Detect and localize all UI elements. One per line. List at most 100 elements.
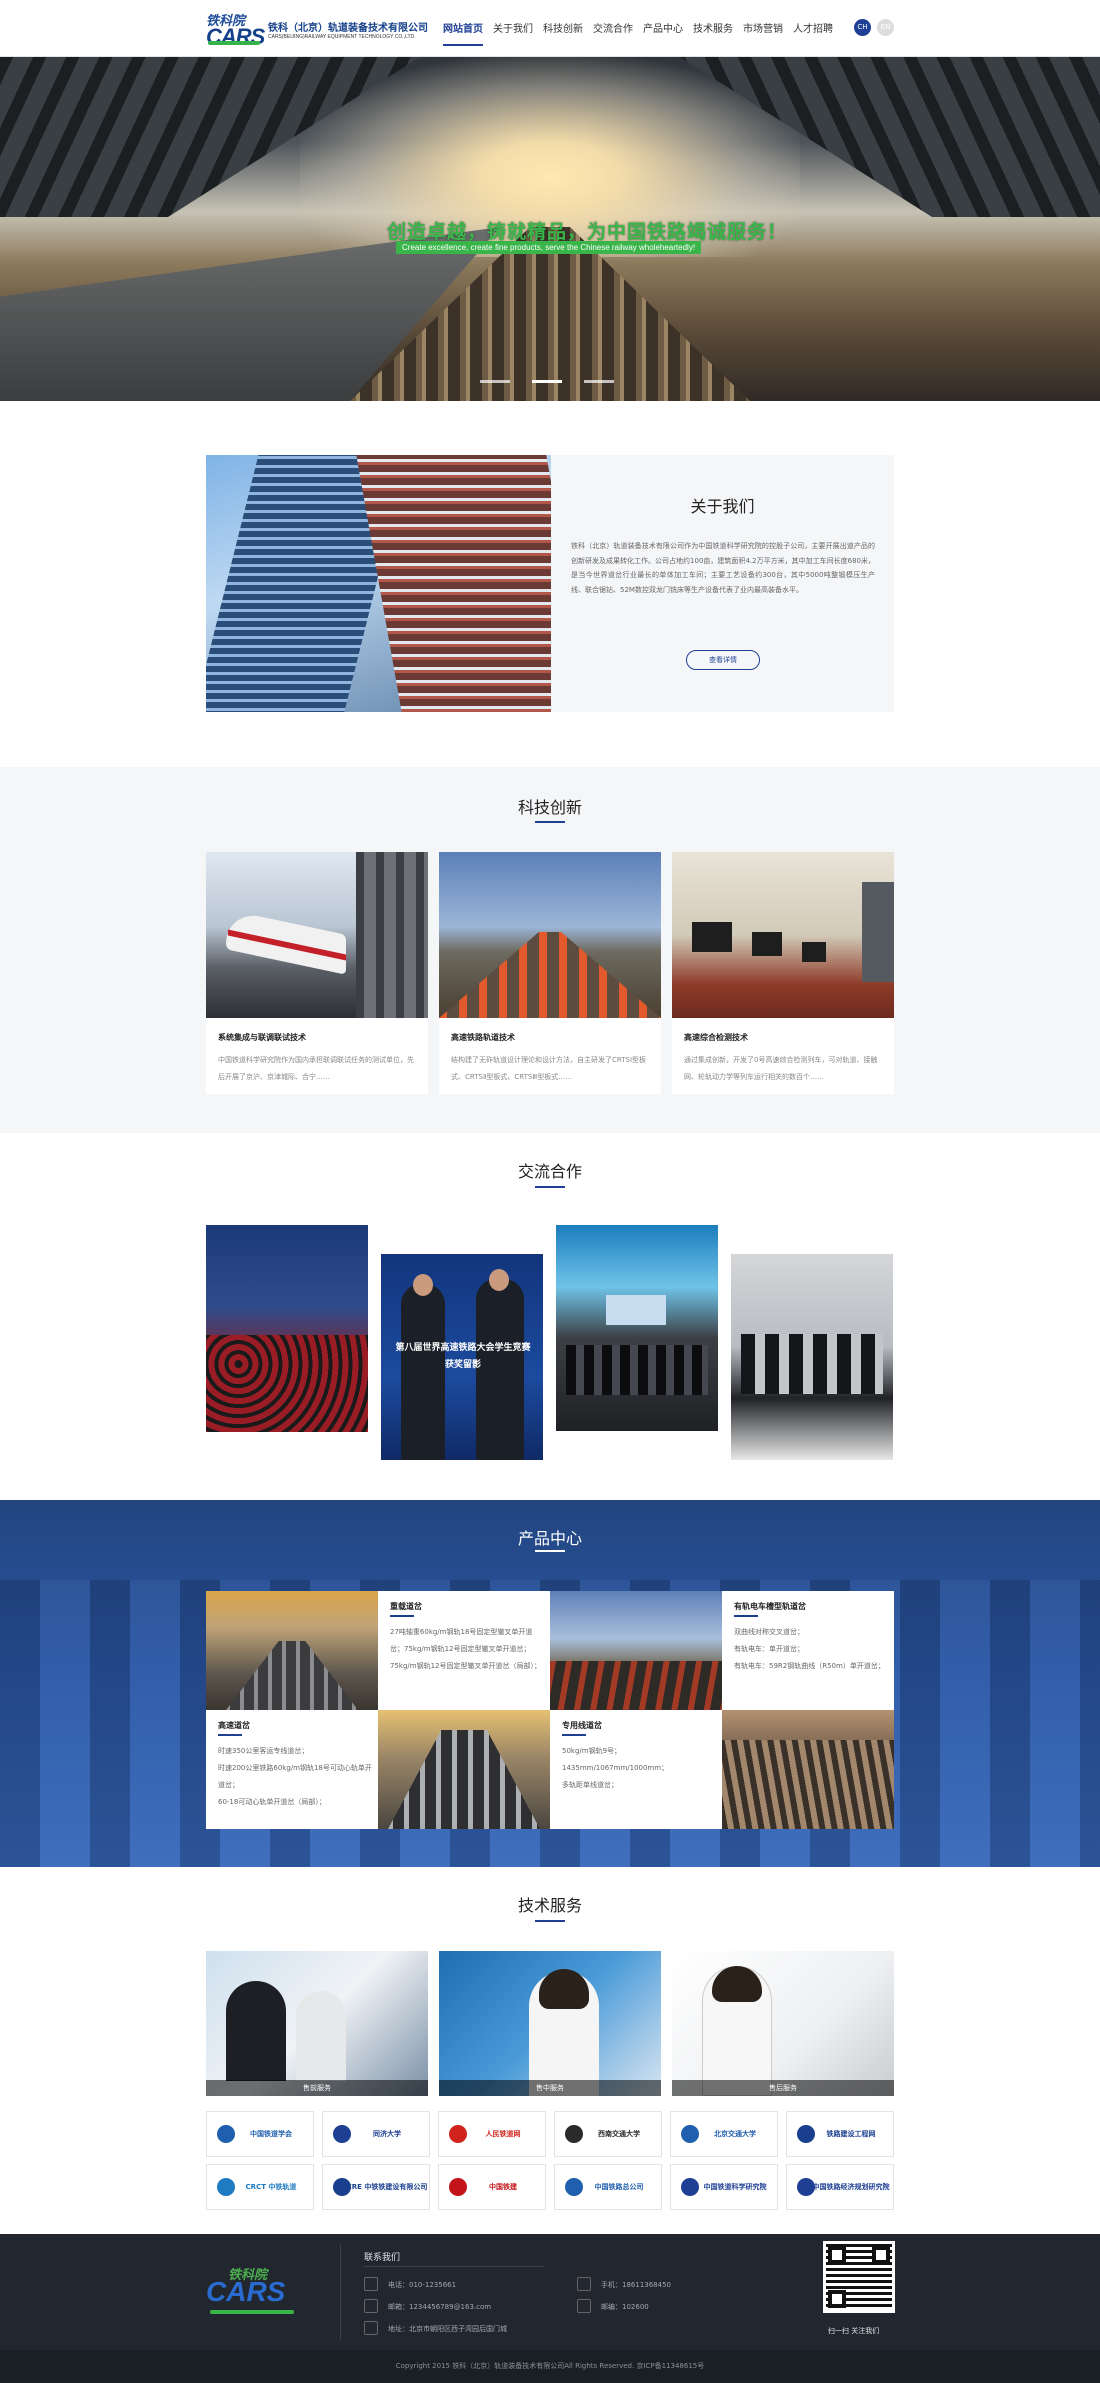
lang-ch-button[interactable]: CH (854, 19, 871, 36)
carousel-dot[interactable] (532, 380, 562, 383)
partner-name: 铁路建设工程网 (826, 2130, 876, 2138)
partner-logo[interactable]: 北京交通大学 (670, 2111, 778, 2157)
service-caption: 售前服务 (206, 2080, 428, 2096)
about-building-image (206, 455, 551, 712)
tech-card-image (672, 852, 894, 1018)
footer-email[interactable]: 邮箱：1234456789@163.com (388, 2302, 491, 2312)
product-card-title: 专用线道岔 (562, 1721, 602, 1730)
service-card[interactable]: 售前服务 (206, 1951, 428, 2096)
tech-card-image (439, 852, 661, 1018)
hero-subtitle: Create excellence, create fine products,… (396, 241, 702, 254)
partner-logo[interactable]: 铁路建设工程网 (786, 2111, 894, 2157)
product-card-title: 高速道岔 (218, 1721, 250, 1730)
tech-card-desc: 通过集成创新，开发了0号高速综合检测列车，可对轨道、接触网、轮轨动力学等列车运行… (684, 1056, 878, 1081)
tech-section: 科技创新 系统集成与联调联试技术 中国铁道科学研究院作为国内承担联调联试任务的测… (0, 767, 1100, 1133)
footer-address: 地址：北京市朝阳区西子湾园后国门城 (388, 2325, 507, 2333)
product-card[interactable]: 高速道岔 时速350公里客运专线道岔； 时速200公里铁路60kg/m钢轨18号可… (206, 1710, 378, 1829)
qr-code-image (823, 2241, 895, 2313)
product-card-desc: 27吨轴重60kg/m钢轨18号固定型辙叉单开道岔；75kg/m钢轨12号固定型… (390, 1628, 541, 1670)
exchange-photo-award[interactable]: 第八届世界高速铁路大会学生竞赛获奖留影 (381, 1254, 543, 1460)
exchange-title: 交流合作 (517, 1162, 582, 1181)
about-text: 铁科（北京）轨道装备技术有限公司作为中国铁道科学研究院的控股子公司，主要开展出道… (571, 542, 875, 594)
product-image-heavy-haul[interactable] (206, 1591, 378, 1710)
product-card[interactable]: 有轨电车槽型轨道岔 双曲线对称交叉道岔； 有轨电车：单开道岔； 有轨电车：59R2钢… (722, 1591, 894, 1710)
partner-logo[interactable]: 中国铁道科学研究院 (670, 2164, 778, 2210)
footer-zip: 邮编：102600 (601, 2303, 649, 2311)
tech-title: 科技创新 (517, 798, 582, 817)
partner-name: 中国铁道学会 (250, 2130, 292, 2138)
partner-logo[interactable]: CRCT 中铁轨道 (206, 2164, 314, 2210)
about-more-button[interactable]: 查看详情 (686, 650, 760, 670)
partner-logo[interactable]: 同济大学 (322, 2111, 430, 2157)
tech-card[interactable]: 高速铁路轨道技术 结构建了无砟轨道设计理论和设计方法，自主研发了CRTSⅠ型板式… (439, 852, 661, 1094)
company-en-name: CARS(BEIJING)RAILWAY EQUIPMENT TECHNOLOG… (268, 34, 416, 40)
partner-name: CRE 中铁铁建设有限公司 (346, 2183, 428, 2191)
hero-slogan: 创造卓越，铸就精品，为中国铁路竭诚服务！ (387, 221, 788, 243)
exchange-photo-control-room[interactable] (731, 1254, 893, 1460)
award-caption: 第八届世界高速铁路大会学生竞赛获奖留影 (395, 1343, 531, 1370)
tech-card[interactable]: 系统集成与联调联试技术 中国铁道科学研究院作为国内承担联调联试任务的测试单位，先… (206, 852, 428, 1094)
logo-en: CARS (206, 24, 265, 49)
product-card[interactable]: 专用线道岔 50kg/m钢轨9号； 1435mm/1067mm/1000mm； 多轨… (550, 1710, 722, 1829)
nav-about[interactable]: 关于我们 (493, 20, 533, 46)
carousel-dot[interactable] (584, 380, 614, 383)
service-card[interactable]: 售后服务 (672, 1951, 894, 2096)
product-card-title: 重载道岔 (390, 1602, 422, 1611)
nav-service[interactable]: 技术服务 (693, 20, 733, 46)
product-image-high-speed[interactable] (378, 1710, 550, 1829)
product-card[interactable]: 重载道岔 27吨轴重60kg/m钢轨18号固定型辙叉单开道岔；75kg/m钢轨1… (378, 1591, 550, 1710)
product-card-desc: 时速350公里客运专线道岔； 时速200公里铁路60kg/m钢轨18号可动心轨单开… (218, 1747, 372, 1806)
zip-icon (577, 2299, 591, 2313)
service-card[interactable]: 售中服务 (439, 1951, 661, 2096)
partner-name: 北京交通大学 (714, 2130, 756, 2138)
service-title: 技术服务 (517, 1896, 582, 1915)
nav-products[interactable]: 产品中心 (643, 20, 683, 46)
tech-title-bar (535, 821, 565, 823)
phone-icon (364, 2277, 378, 2291)
partner-name: 中国铁路经济规划研究院 (812, 2183, 890, 2191)
product-title: 产品中心 (517, 1529, 582, 1548)
site-footer: 铁科院 CARS 联系我们 电话：010-1235661 手机：18611368… (0, 2234, 1100, 2350)
partner-logo[interactable]: 中国铁建 (438, 2164, 546, 2210)
partner-logo[interactable]: 中国铁路经济规划研究院 (786, 2164, 894, 2210)
partner-name: CRCT 中铁轨道 (245, 2183, 297, 2191)
product-image-tram[interactable] (550, 1591, 722, 1710)
partner-name: 人民铁道网 (485, 2130, 521, 2138)
footer-phone: 电话：010-1235661 (388, 2281, 457, 2289)
partner-name: 中国铁道科学研究院 (703, 2183, 767, 2191)
partner-logo[interactable]: 西南交通大学 (554, 2111, 662, 2157)
partner-logo[interactable]: 人民铁道网 (438, 2111, 546, 2157)
email-icon (364, 2299, 378, 2313)
carousel-dot[interactable] (480, 380, 510, 383)
mobile-icon (577, 2277, 591, 2291)
partner-logo[interactable]: 中国铁路总公司 (554, 2164, 662, 2210)
partner-name: 中国铁路总公司 (594, 2183, 644, 2191)
lang-en-button[interactable]: EN (877, 19, 894, 36)
exchange-photo-conference[interactable] (206, 1225, 368, 1432)
exchange-title-bar (535, 1186, 565, 1188)
product-card-desc: 50kg/m钢轨9号； 1435mm/1067mm/1000mm； 多轨距单线道岔； (562, 1747, 669, 1789)
nav-home[interactable]: 网站首页 (443, 20, 483, 46)
about-title: 关于我们 (690, 497, 755, 516)
service-caption: 售中服务 (439, 2080, 661, 2096)
nav-marketing[interactable]: 市场营销 (743, 20, 783, 46)
service-title-bar (535, 1920, 565, 1922)
nav-careers[interactable]: 人才招聘 (793, 20, 833, 46)
footer-logo[interactable]: 铁科院 CARS (206, 2264, 316, 2324)
company-logo[interactable]: 铁科院 CARS 铁科（北京）轨道装备技术有限公司 CARS(BEIJING)R… (206, 10, 452, 49)
partner-logo[interactable]: CRE 中铁铁建设有限公司 (322, 2164, 430, 2210)
footer-mobile: 手机：18611368450 (601, 2281, 671, 2289)
company-name: 铁科（北京）轨道装备技术有限公司 (268, 23, 428, 34)
logo-swoosh (208, 41, 260, 45)
tech-card[interactable]: 高速综合检测技术 通过集成创新，开发了0号高速综合检测列车，可对轨道、接触网、轮… (672, 852, 894, 1094)
nav-exchange[interactable]: 交流合作 (593, 20, 633, 46)
tech-card-title: 高速铁路轨道技术 (451, 1033, 515, 1042)
exchange-photo-meeting-room[interactable] (556, 1225, 718, 1431)
product-image-special-line[interactable] (722, 1710, 894, 1829)
partner-name: 同济大学 (373, 2130, 401, 2138)
location-icon (364, 2321, 378, 2335)
carousel-dots (480, 380, 636, 383)
product-card-desc: 双曲线对称交叉道岔； 有轨电车：单开道岔； 有轨电车：59R2钢轨曲线（R50m）单… (734, 1628, 885, 1670)
nav-tech[interactable]: 科技创新 (543, 20, 583, 46)
partner-logo[interactable]: 中国铁道学会 (206, 2111, 314, 2157)
